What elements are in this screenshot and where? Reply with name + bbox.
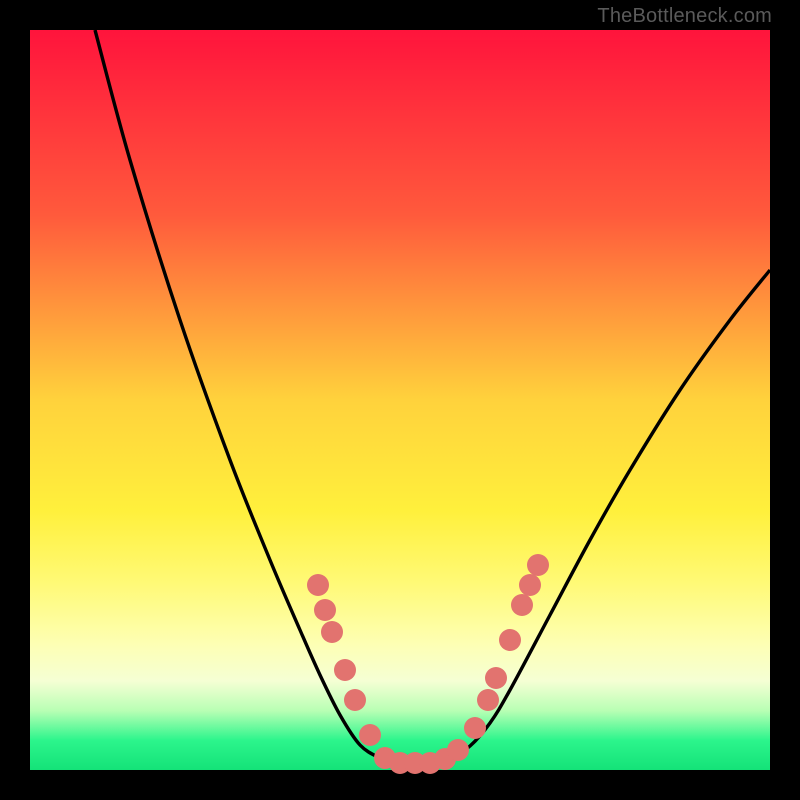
curve-marker [511, 594, 533, 616]
chart-svg [30, 30, 770, 770]
curve-marker [344, 689, 366, 711]
watermark-text: TheBottleneck.com [597, 5, 772, 28]
curve-marker [334, 659, 356, 681]
plot-area [30, 30, 770, 770]
chart-frame: TheBottleneck.com [0, 0, 800, 800]
curve-marker [485, 667, 507, 689]
curve-marker [321, 621, 343, 643]
curve-marker [464, 717, 486, 739]
curve-marker [447, 739, 469, 761]
curve-marker [314, 599, 336, 621]
bottleneck-curve [95, 30, 770, 763]
curve-marker [519, 574, 541, 596]
curve-marker [527, 554, 549, 576]
curve-marker [477, 689, 499, 711]
curve-markers [307, 554, 549, 774]
curve-marker [307, 574, 329, 596]
curve-marker [359, 724, 381, 746]
curve-marker [499, 629, 521, 651]
